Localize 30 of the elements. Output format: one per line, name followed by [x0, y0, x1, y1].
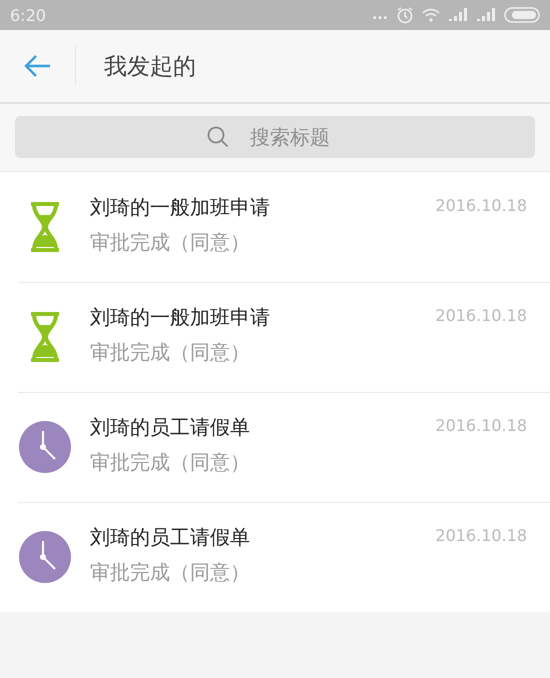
request-status: 审批完成（同意） [90, 339, 251, 366]
search-field[interactable]: 搜索标题 [15, 116, 535, 158]
battery-icon [504, 7, 540, 23]
request-title: 刘琦的员工请假单 [90, 414, 251, 441]
request-date: 2016.10.18 [435, 195, 528, 215]
request-status: 审批完成（同意） [90, 449, 251, 476]
request-status: 审批完成（同意） [90, 559, 251, 586]
status-time: 6:20 [10, 6, 46, 24]
request-date: 2016.10.18 [435, 415, 528, 435]
request-item[interactable]: 刘琦的员工请假单 审批完成（同意） 2016.10.18 [0, 392, 550, 502]
request-date: 2016.10.18 [435, 305, 528, 325]
signal-icon [476, 8, 496, 22]
alarm-icon [396, 6, 414, 24]
clock-icon [19, 531, 71, 583]
status-dots: ... [372, 7, 388, 23]
request-item[interactable]: 刘琦的一般加班申请 审批完成（同意） 2016.10.18 [0, 172, 550, 282]
signal-icon [448, 8, 468, 22]
hourglass-icon [28, 201, 62, 253]
request-status: 审批完成（同意） [90, 229, 251, 256]
back-arrow-icon [24, 54, 52, 78]
request-title: 刘琦的一般加班申请 [90, 304, 271, 331]
wifi-icon [422, 8, 440, 22]
clock-icon [19, 421, 71, 473]
request-date: 2016.10.18 [435, 525, 528, 545]
request-item[interactable]: 刘琦的员工请假单 审批完成（同意） 2016.10.18 [0, 502, 550, 612]
request-item[interactable]: 刘琦的一般加班申请 审批完成（同意） 2016.10.18 [0, 282, 550, 392]
page-title: 我发起的 [104, 52, 196, 82]
hourglass-icon [28, 311, 62, 363]
request-title: 刘琦的员工请假单 [90, 524, 251, 551]
request-title: 刘琦的一般加班申请 [90, 194, 271, 221]
